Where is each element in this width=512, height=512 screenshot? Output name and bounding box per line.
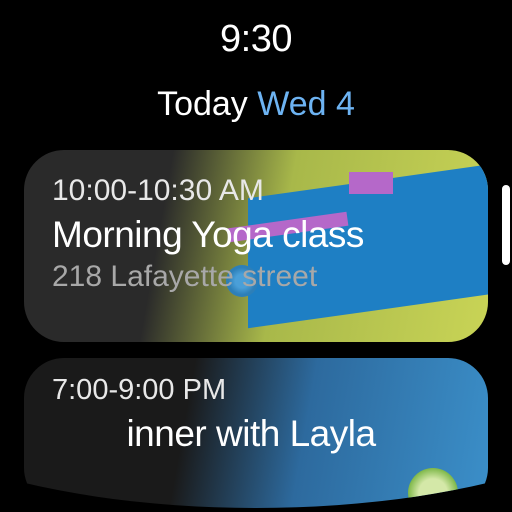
status-time: 9:30 [0, 0, 512, 61]
header-today-label: Today [157, 85, 248, 123]
event-time: 7:00-9:00 PM [52, 374, 460, 407]
event-title: inner with Layla [42, 413, 460, 455]
header-date: Wed 4 [257, 85, 355, 123]
event-card[interactable]: 10:00-10:30 AM Morning Yoga class 218 La… [24, 150, 488, 342]
date-header: Today Wed 4 [0, 85, 512, 124]
event-time: 10:00-10:30 AM [52, 174, 460, 208]
event-title: Morning Yoga class [52, 214, 460, 256]
event-location: 218 Lafayette street [52, 260, 460, 294]
event-card[interactable]: 7:00-9:00 PM inner with Layla [24, 358, 488, 508]
events-list: 10:00-10:30 AM Morning Yoga class 218 La… [0, 150, 512, 508]
scroll-indicator[interactable] [502, 185, 510, 265]
